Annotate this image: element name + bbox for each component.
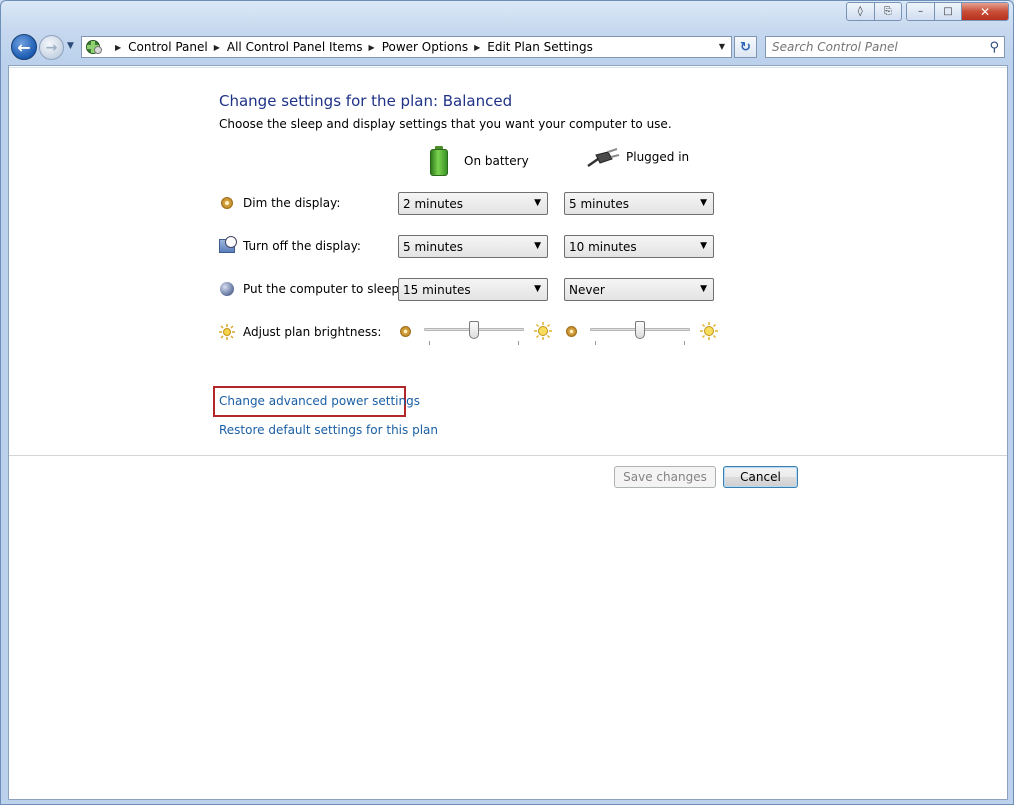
turn-off-display-label: Turn off the display: bbox=[219, 236, 361, 254]
control-panel-icon bbox=[85, 39, 103, 55]
dim-display-label-text: Dim the display: bbox=[243, 196, 341, 210]
turn-off-display-plugged-select[interactable]: 10 minutes ▼ bbox=[564, 235, 714, 258]
save-changes-button[interactable]: Save changes bbox=[614, 466, 716, 488]
dim-display-plugged-value: 5 minutes bbox=[569, 196, 630, 211]
chevron-down-icon: ▼ bbox=[700, 198, 707, 208]
sleep-icon bbox=[220, 282, 234, 296]
brightness-label: Adjust plan brightness: bbox=[219, 324, 381, 340]
power-plug-icon bbox=[586, 146, 620, 168]
window-extra-button-2[interactable]: ⎘ bbox=[873, 3, 902, 20]
forward-arrow-icon: → bbox=[45, 39, 58, 56]
window-extra-button-1[interactable]: ◊ bbox=[847, 3, 874, 20]
chevron-down-icon: ▼ bbox=[534, 241, 541, 251]
dim-display-battery-select[interactable]: 2 minutes ▼ bbox=[398, 192, 548, 215]
window-caption-buttons: – □ ✕ bbox=[906, 2, 1009, 21]
breadcrumb-separator[interactable]: ▶ bbox=[214, 43, 220, 52]
brightness-plugged-slider[interactable] bbox=[590, 320, 690, 345]
brightness-battery-slider-thumb[interactable] bbox=[469, 321, 479, 339]
dim-display-plugged-select[interactable]: 5 minutes ▼ bbox=[564, 192, 714, 215]
breadcrumb-separator[interactable]: ▶ bbox=[115, 43, 121, 52]
forward-button[interactable]: → bbox=[39, 35, 64, 60]
breadcrumb-power-options[interactable]: Power Options bbox=[382, 40, 468, 54]
brightness-plugged-slider-thumb[interactable] bbox=[635, 321, 645, 339]
turn-off-display-label-text: Turn off the display: bbox=[243, 239, 361, 253]
display-off-icon bbox=[219, 236, 237, 253]
dim-display-icon bbox=[221, 197, 233, 209]
change-advanced-power-settings-link[interactable]: Change advanced power settings bbox=[219, 394, 420, 408]
brightness-plugged-slider-row bbox=[566, 320, 718, 345]
turn-off-display-battery-value: 5 minutes bbox=[403, 239, 464, 254]
window-extra-buttons: ◊ ⎘ bbox=[846, 2, 902, 21]
search-input[interactable] bbox=[772, 40, 982, 54]
recent-pages-button[interactable]: ▼ bbox=[67, 41, 74, 51]
page-title: Change settings for the plan: Balanced bbox=[219, 92, 513, 110]
brightness-label-text: Adjust plan brightness: bbox=[243, 325, 382, 339]
content-pane: Change settings for the plan: Balanced C… bbox=[8, 65, 1008, 800]
dim-display-label: Dim the display: bbox=[219, 195, 340, 211]
breadcrumb-all-items[interactable]: All Control Panel Items bbox=[227, 40, 363, 54]
address-bar[interactable]: ▶ Control Panel ▶ All Control Panel Item… bbox=[81, 36, 732, 58]
brightness-icon bbox=[219, 324, 235, 340]
window: ◊ ⎘ – □ ✕ ← → ▼ ▶ Control Panel ▶ All Co… bbox=[0, 0, 1014, 805]
search-box[interactable]: ⚲ bbox=[765, 36, 1005, 58]
refresh-button[interactable]: ↻ bbox=[734, 36, 757, 58]
column-header-plugged-in: Plugged in bbox=[586, 146, 689, 168]
breadcrumb-edit-plan-settings[interactable]: Edit Plan Settings bbox=[487, 40, 593, 54]
dim-display-battery-value: 2 minutes bbox=[403, 196, 464, 211]
sleep-label: Put the computer to sleep: bbox=[219, 281, 403, 297]
sleep-plugged-value: Never bbox=[569, 282, 605, 297]
sleep-plugged-select[interactable]: Never ▼ bbox=[564, 278, 714, 301]
breadcrumb-separator[interactable]: ▶ bbox=[474, 43, 480, 52]
cancel-button[interactable]: Cancel bbox=[723, 466, 798, 488]
divider bbox=[9, 455, 1007, 456]
bright-brightness-icon bbox=[700, 322, 718, 340]
breadcrumb: ▶ Control Panel ▶ All Control Panel Item… bbox=[109, 40, 593, 54]
sleep-label-text: Put the computer to sleep: bbox=[243, 282, 404, 296]
back-arrow-icon: ← bbox=[17, 37, 31, 57]
chevron-down-icon: ▼ bbox=[534, 198, 541, 208]
column-label-plugged-in: Plugged in bbox=[626, 150, 690, 164]
brightness-battery-slider-row bbox=[400, 320, 552, 345]
breadcrumb-separator[interactable]: ▶ bbox=[369, 43, 375, 52]
close-button[interactable]: ✕ bbox=[961, 3, 1008, 20]
turn-off-display-battery-select[interactable]: 5 minutes ▼ bbox=[398, 235, 548, 258]
restore-default-settings-link[interactable]: Restore default settings for this plan bbox=[219, 423, 438, 437]
chevron-down-icon: ▼ bbox=[534, 284, 541, 294]
address-dropdown-icon[interactable]: ▼ bbox=[719, 42, 725, 51]
column-header-on-battery: On battery bbox=[430, 146, 529, 176]
back-button[interactable]: ← bbox=[11, 34, 37, 60]
search-icon[interactable]: ⚲ bbox=[989, 40, 999, 55]
column-label-on-battery: On battery bbox=[464, 154, 529, 168]
bright-brightness-icon bbox=[534, 322, 552, 340]
sleep-battery-value: 15 minutes bbox=[403, 282, 471, 297]
turn-off-display-plugged-value: 10 minutes bbox=[569, 239, 637, 254]
chevron-down-icon: ▼ bbox=[700, 284, 707, 294]
breadcrumb-control-panel[interactable]: Control Panel bbox=[128, 40, 208, 54]
maximize-button[interactable]: □ bbox=[934, 3, 961, 20]
dim-brightness-icon bbox=[400, 325, 411, 337]
sleep-battery-select[interactable]: 15 minutes ▼ bbox=[398, 278, 548, 301]
page-subtitle: Choose the sleep and display settings th… bbox=[219, 117, 672, 131]
brightness-battery-slider[interactable] bbox=[424, 320, 524, 345]
minimize-button[interactable]: – bbox=[907, 3, 934, 20]
dim-brightness-icon bbox=[566, 325, 577, 337]
battery-icon bbox=[430, 146, 448, 176]
chevron-down-icon: ▼ bbox=[700, 241, 707, 251]
